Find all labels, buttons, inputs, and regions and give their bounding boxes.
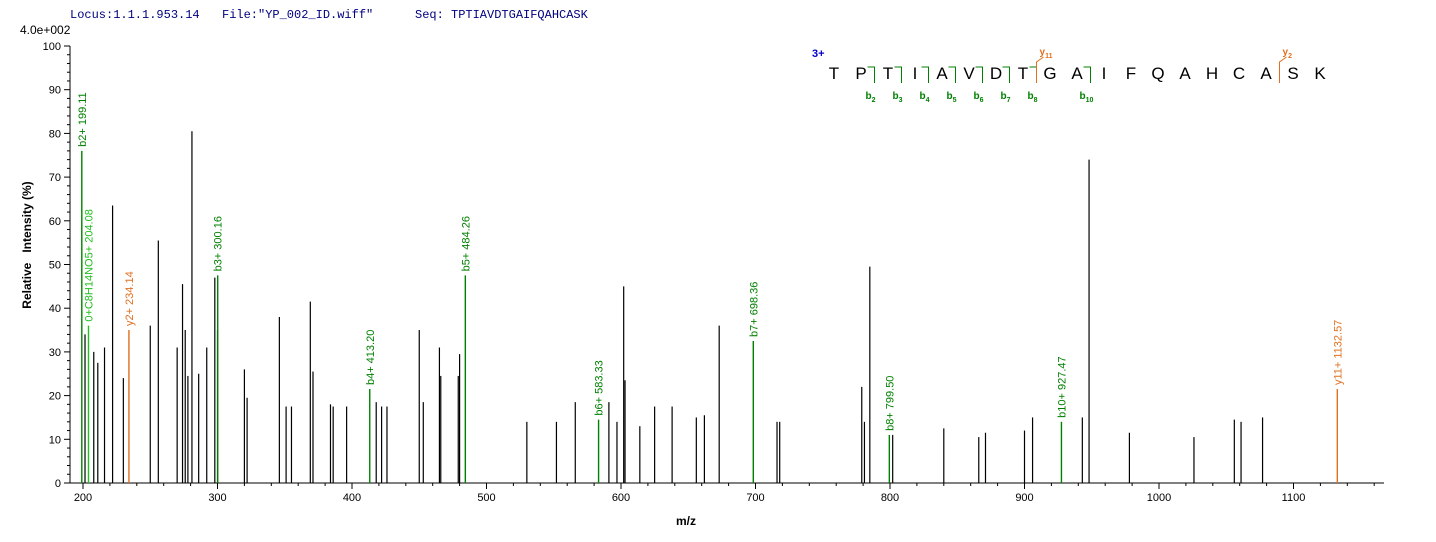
sequence-residue: D: [990, 64, 1002, 83]
y-ion-bracket: [1279, 56, 1287, 83]
y-tick-label: 70: [49, 172, 61, 184]
y-tick-label: 30: [49, 347, 61, 359]
b-ion-label: b8: [1027, 91, 1037, 104]
b-ion-label: b4: [919, 91, 929, 104]
locus-text: Locus:1.1.1.953.14: [70, 8, 200, 22]
peak-label: b6+ 583.33: [594, 360, 606, 415]
peak-label: b8+ 799.50: [884, 376, 896, 431]
peak-label: b4+ 413.20: [365, 330, 377, 385]
x-axis-title: m/z: [676, 514, 696, 528]
sequence-residue: V: [963, 64, 975, 83]
sequence-residue: Q: [1151, 64, 1164, 83]
x-tick-label: 200: [74, 492, 92, 504]
peak-label: b7+ 698.36: [748, 282, 760, 337]
sequence-residue: K: [1314, 64, 1326, 83]
x-tick-label: 600: [612, 492, 630, 504]
b-ion-label: b2: [865, 91, 875, 104]
b-ion-bracket: [1029, 66, 1037, 83]
peak-label: b5+ 484.26: [460, 216, 472, 271]
peak-label: b3+ 300.16: [213, 216, 225, 271]
b-ion-bracket: [1083, 66, 1091, 83]
peak-label: y11+ 1132.57: [1332, 320, 1344, 385]
b-ion-label: b6: [973, 91, 983, 104]
y-tick-label: 60: [49, 216, 61, 228]
sequence-residue: I: [913, 64, 918, 83]
b-ion-bracket: [948, 66, 956, 83]
sequence-residue: T: [829, 64, 839, 83]
y-tick-label: 20: [49, 391, 61, 403]
sequence-residue: T: [883, 64, 893, 83]
spectrum-chart: Locus:1.1.1.953.14 File:"YP_002_ID.wiff"…: [20, 8, 1384, 528]
x-tick-label: 700: [746, 492, 764, 504]
y-tick-label: 100: [43, 41, 61, 53]
x-tick-label: 1100: [1282, 492, 1306, 504]
sequence-residue: G: [1043, 64, 1056, 83]
y-tick-label: 0: [55, 478, 61, 490]
b-ion-bracket: [975, 66, 983, 83]
peak-label: 0+C8H14NO5+ 204.08: [83, 209, 95, 322]
x-tick-label: 500: [477, 492, 495, 504]
file-text: File:"YP_002_ID.wiff": [222, 8, 373, 22]
y-axis-title: Relative Intensity (%): [20, 181, 34, 308]
b-ion-bracket: [921, 66, 929, 83]
y-tick-label: 40: [49, 303, 61, 315]
sequence-residue: I: [1102, 64, 1107, 83]
x-tick-label: 300: [208, 492, 226, 504]
y-ion-label: y2: [1283, 47, 1293, 60]
peak-label: b2+ 199.11: [77, 92, 89, 147]
sequence-residue: F: [1126, 64, 1136, 83]
x-tick-label: 400: [343, 492, 361, 504]
b-ion-label: b7: [1000, 91, 1010, 104]
b-ion-bracket: [867, 66, 875, 83]
y-tick-label: 10: [49, 434, 61, 446]
sequence-residue: C: [1233, 64, 1245, 83]
seq-text: Seq: TPTIAVDTGAIFQAHCASK: [415, 8, 589, 22]
y-tick-label: 80: [49, 128, 61, 140]
b-ion-bracket: [894, 66, 902, 83]
sequence-residue: A: [1179, 64, 1191, 83]
b-ion-label: b3: [892, 91, 902, 104]
sequence-residue: A: [936, 64, 948, 83]
sequence-residue: S: [1287, 64, 1298, 83]
x-tick-label: 900: [1015, 492, 1033, 504]
peak-label: b10+ 927.47: [1056, 356, 1068, 417]
x-tick-label: 800: [881, 492, 899, 504]
sequence-residue: A: [1071, 64, 1083, 83]
y-tick-label: 50: [49, 260, 61, 272]
y-tick-label: 90: [49, 85, 61, 97]
intensity-scale-label: 4.0e+002: [20, 23, 71, 37]
charge-state-label: 3+: [812, 48, 825, 60]
sequence-residue: P: [855, 64, 866, 83]
sequence-residue: A: [1260, 64, 1272, 83]
peak-label: y2+ 234.14: [124, 271, 136, 326]
x-tick-label: 1000: [1147, 492, 1171, 504]
sequence-residue: H: [1206, 64, 1218, 83]
sequence-residue: T: [1018, 64, 1028, 83]
b-ion-label: b5: [946, 91, 956, 104]
b-ion-bracket: [1002, 66, 1010, 83]
b-ion-label: b10: [1080, 91, 1094, 104]
